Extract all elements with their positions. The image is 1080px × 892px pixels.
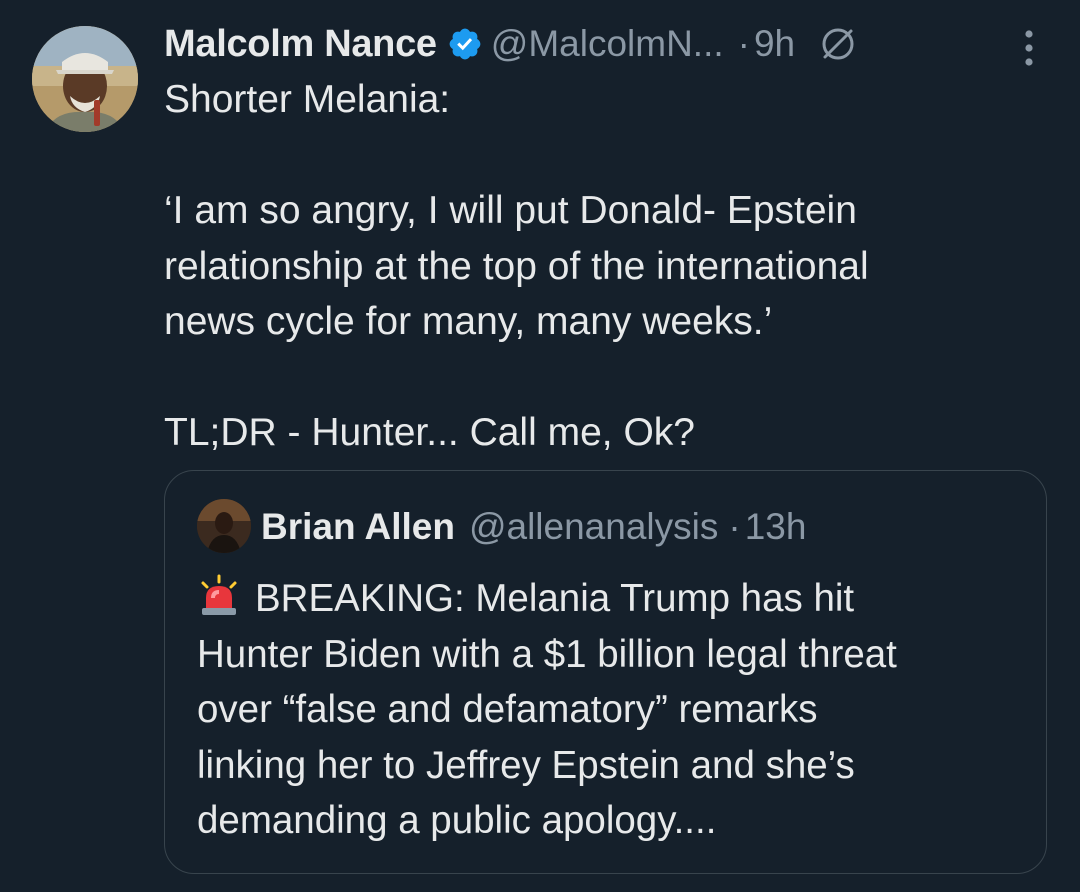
header-separator: · [737,23,750,64]
quoted-tweet-header: Brian Allen @allenanalysis · 13h [261,501,806,553]
quoted-author-handle[interactable]: @allenanalysis [469,506,718,548]
tweet-text-line: relationship at the top of the internati… [164,244,869,288]
tweet-timestamp[interactable]: 9h [754,23,795,65]
tweet[interactable]: Malcolm Nance @MalcolmN... · 9h Shorter … [0,0,1080,892]
siren-icon [197,574,241,618]
quoted-tweet-text-line: over “false and defamatory” remarks [197,688,818,731]
quoted-author-avatar[interactable] [197,499,251,553]
quoted-tweet-text-line: BREAKING: Melania Trump has hit [197,571,1027,627]
quoted-tweet-text-span: BREAKING: Melania Trump has hit [255,577,855,620]
quoted-tweet-text-line: Hunter Biden with a $1 billion legal thr… [197,632,897,676]
tweet-text-line: Shorter Melania: [164,78,451,121]
replies-restricted-icon[interactable] [817,23,859,65]
quoted-header-separator: · [728,506,741,547]
quoted-author-display-name[interactable]: Brian Allen [261,506,455,548]
tweet-text-line [164,350,1024,406]
quoted-tweet-text-line: demanding a public apology.... [197,799,717,842]
verified-badge-icon[interactable] [447,26,483,62]
tweet-text-line: TL;DR - Hunter... Call me, Ok? [164,411,695,454]
author-handle[interactable]: @MalcolmN... [491,23,724,65]
quoted-tweet-text: BREAKING: Melania Trump has hit Hunter B… [197,571,1027,849]
quoted-tweet-text-line: linking her to Jeffrey Epstein and she’s [197,743,855,787]
author-avatar[interactable] [32,26,138,132]
more-options-icon[interactable] [1022,28,1036,68]
tweet-text: Shorter Melania: ‘I am so angry, I will … [164,72,1024,461]
author-display-name[interactable]: Malcolm Nance [164,23,437,66]
tweet-text-line: ‘I am so angry, I will put Donald- Epste… [164,189,857,232]
tweet-text-line [164,128,1024,184]
tweet-header: Malcolm Nance @MalcolmN... · 9h [164,18,859,70]
quoted-tweet[interactable]: Brian Allen @allenanalysis · 13h BREAKIN… [164,470,1047,874]
quoted-tweet-timestamp[interactable]: 13h [745,506,807,548]
tweet-text-line: news cycle for many, many weeks.’ [164,300,773,343]
